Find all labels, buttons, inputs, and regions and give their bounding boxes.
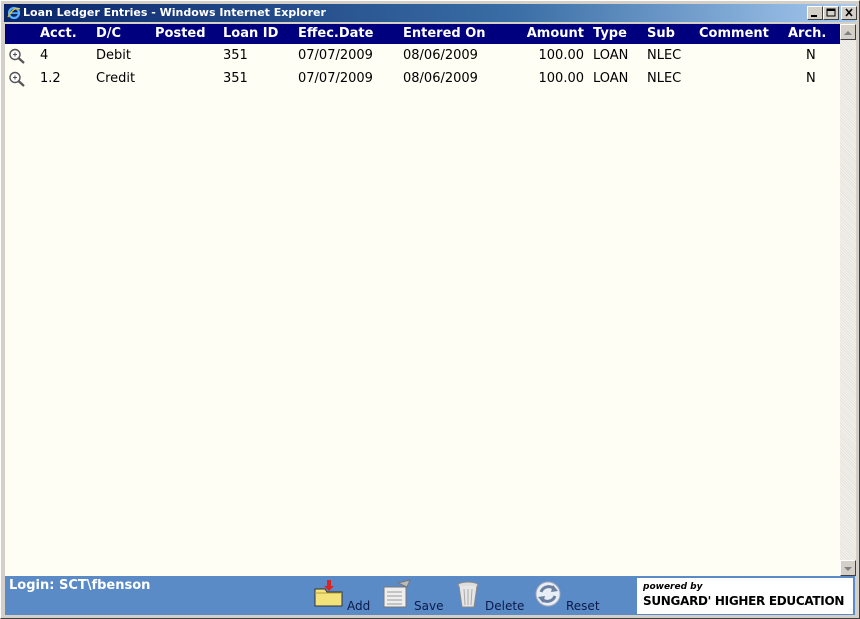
powered-by-text: powered by [643,582,703,592]
scroll-up-button[interactable] [840,24,856,40]
add-label: Add [347,599,371,613]
magnify-icon[interactable] [8,48,26,64]
cell-type: LOAN [593,71,629,86]
internet-explorer-icon [7,6,21,20]
cell-dc: Credit [96,71,136,86]
cell-effec-date: 07/07/2009 [298,71,373,86]
column-header-posted[interactable]: Posted [155,24,206,44]
cell-effec-date: 07/07/2009 [298,48,373,63]
brand-text: SUNGARD' HIGHER EDUCATION [643,594,845,608]
column-header-effec-date[interactable]: Effec.Date [298,24,373,44]
cell-arch: N [806,71,816,86]
cell-loan-id: 351 [223,48,248,63]
title-bar: Loan Ledger Entries - Windows Internet E… [4,4,857,22]
arrow-up-icon [844,31,852,35]
column-header-arch[interactable]: Arch. [788,24,826,44]
trash-icon [457,581,479,608]
cell-arch: N [806,48,816,63]
maximize-icon [826,8,836,17]
column-header-sub[interactable]: Sub [647,24,675,44]
magnify-icon[interactable] [8,71,26,87]
column-header-loan-id[interactable]: Loan ID [223,24,278,44]
scroll-down-button[interactable] [840,560,856,576]
close-icon [845,8,853,17]
maximize-button[interactable] [823,6,839,20]
delete-button[interactable]: Delete [454,579,526,613]
add-button[interactable]: Add [313,579,373,613]
window-title: Loan Ledger Entries - Windows Internet E… [23,6,326,19]
delete-label: Delete [485,599,525,613]
table-row[interactable]: 4 Debit 351 07/07/2009 08/06/2009 100.00… [5,45,841,67]
arrow-down-icon [844,567,852,571]
cell-acct: 4 [40,48,49,63]
close-button[interactable] [841,6,857,20]
minimize-icon [811,15,817,17]
cell-sub: NLEC [647,48,682,63]
grid-header: Acct. D/C Posted Loan ID Effec.Date Ente… [5,24,841,44]
cell-type: LOAN [593,48,629,63]
cell-entered-on: 08/06/2009 [403,71,478,86]
column-header-comment[interactable]: Comment [699,24,769,44]
cell-entered-on: 08/06/2009 [403,48,478,63]
minimize-button[interactable] [807,6,823,20]
cell-acct: 1.2 [40,71,61,86]
column-header-amount[interactable]: Amount [527,24,584,44]
login-label: Login: SCT\fbenson [9,578,151,593]
page-content: Acct. D/C Posted Loan ID Effec.Date Ente… [5,24,856,615]
column-header-dc[interactable]: D/C [96,24,121,44]
add-folder-icon [314,580,343,607]
powered-by-logo: powered by SUNGARD' HIGHER EDUCATION [637,578,853,614]
table-row[interactable]: 1.2 Credit 351 07/07/2009 08/06/2009 100… [5,68,841,90]
cell-loan-id: 351 [223,71,248,86]
save-label: Save [414,599,444,613]
cell-dc: Debit [96,48,131,63]
cell-amount: 100.00 [538,48,585,63]
browser-window: Loan Ledger Entries - Windows Internet E… [0,0,860,619]
cell-sub: NLEC [647,71,682,86]
vertical-scrollbar[interactable] [840,24,856,576]
save-icon [383,579,411,608]
reset-label: Reset [566,599,600,613]
reset-button[interactable]: Reset [533,579,605,613]
cell-amount: 100.00 [538,71,585,86]
column-header-acct[interactable]: Acct. [40,24,77,44]
column-header-type[interactable]: Type [593,24,627,44]
refresh-icon [535,581,561,607]
column-header-entered-on[interactable]: Entered On [403,24,486,44]
save-button[interactable]: Save [380,579,444,613]
footer-bar: Login: SCT\fbenson Add Save Delete Reset… [5,576,855,615]
